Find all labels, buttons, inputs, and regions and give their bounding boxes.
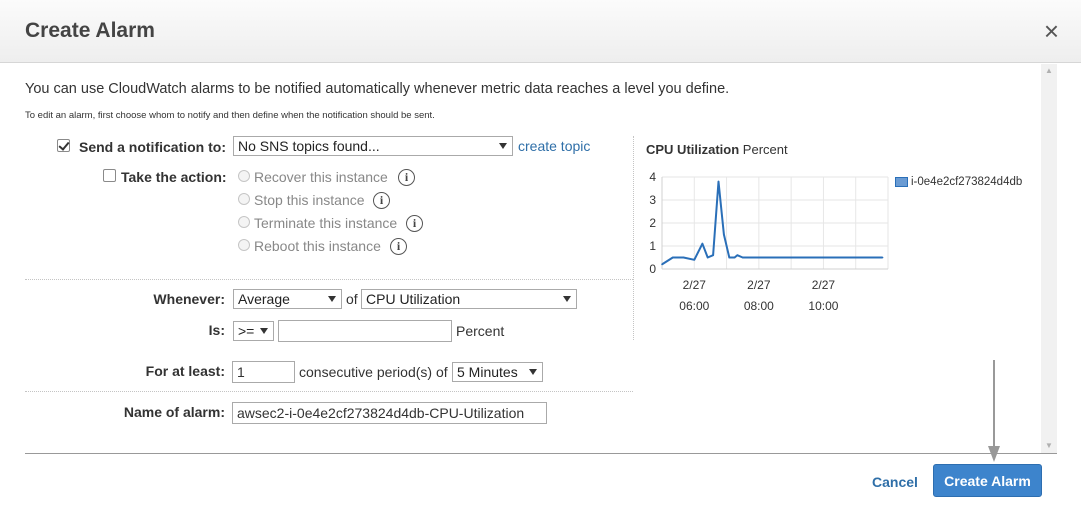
data-point [706,256,709,259]
data-point [733,256,736,259]
data-point [723,233,725,236]
data-point [790,256,792,259]
data-point [741,256,744,259]
data-point [712,254,714,256]
y-tick-label: 4 [649,170,656,184]
data-point [881,256,884,259]
y-tick-label: 0 [649,262,656,276]
data-point [728,256,731,259]
x-tick-date-label: 2/27 [747,278,771,292]
footer-divider [25,453,1057,454]
data-point [661,263,663,266]
x-tick-date-label: 2/27 [683,278,707,292]
data-point [693,259,696,261]
data-point [854,256,857,259]
y-tick-label: 1 [649,239,656,253]
data-point [671,256,674,259]
y-tick-label: 2 [649,216,656,230]
x-tick-time-label: 10:00 [808,299,838,313]
pointer-arrow-icon [988,360,1000,462]
chart-svg: 0 1 2 3 4 2/27 06:00 2/27 08:00 2/27 10:00 [649,170,889,313]
create-alarm-button[interactable]: Create Alarm [933,464,1042,497]
x-tick-time-label: 08:00 [744,299,774,313]
data-point [736,254,739,256]
data-point [822,256,825,259]
cancel-button[interactable]: Cancel [866,470,924,494]
data-point [682,256,685,259]
x-tick-time-label: 06:00 [679,299,709,313]
x-tick-date-label: 2/27 [812,278,836,292]
data-point [717,180,720,183]
y-tick-label: 3 [649,193,656,207]
data-point [701,242,704,245]
data-point [749,256,752,259]
data-point [758,256,760,259]
